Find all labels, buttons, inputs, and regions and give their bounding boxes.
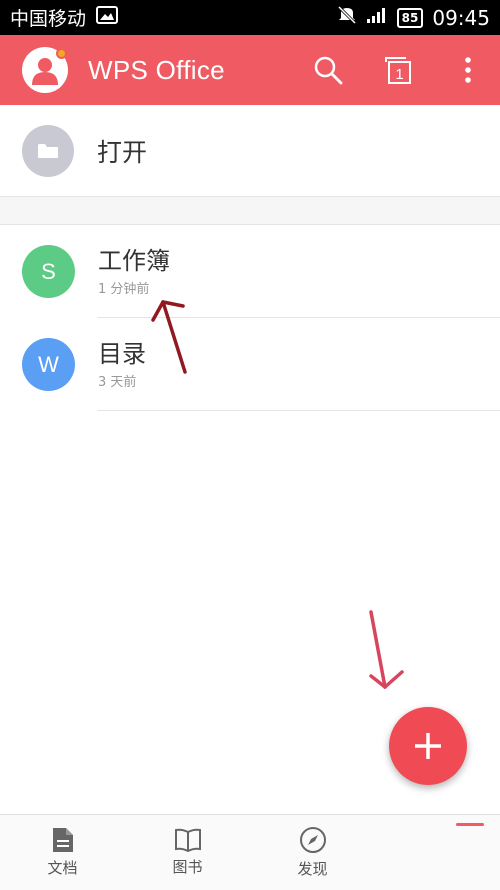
file-modified-time: 3 天前 xyxy=(98,375,137,390)
more-vertical-icon xyxy=(465,57,471,83)
list-item-file-2[interactable]: W 目录 3 天前 xyxy=(0,318,500,411)
open-file-row[interactable]: 打开 xyxy=(0,105,500,197)
signal-icon xyxy=(366,6,388,29)
tab-count: 1 xyxy=(395,66,403,83)
bottom-navigation: 文档 图书 发现 xyxy=(0,814,500,890)
carrier-name: 中国移动 xyxy=(10,8,87,30)
user-avatar[interactable] xyxy=(22,47,68,93)
nav-discover[interactable]: 发现 xyxy=(250,815,375,890)
search-button[interactable] xyxy=(308,50,348,90)
folder-icon xyxy=(22,124,74,177)
gallery-notification-icon xyxy=(96,6,119,29)
notification-dot xyxy=(56,48,67,59)
nav-indicator xyxy=(456,823,484,826)
nav-label: 图书 xyxy=(172,858,203,876)
search-icon xyxy=(314,56,343,85)
new-document-button[interactable] xyxy=(389,707,467,785)
document-file-icon: W xyxy=(22,338,75,391)
divider xyxy=(97,410,500,411)
tabs-button[interactable]: 1 xyxy=(378,50,418,90)
more-options-button[interactable] xyxy=(448,50,488,90)
nav-empty-slot xyxy=(375,815,500,890)
mute-icon xyxy=(337,5,357,29)
plus-icon xyxy=(415,733,441,759)
nav-label: 发现 xyxy=(297,860,328,878)
file-name: 工作簿 xyxy=(98,247,170,275)
nav-label: 文档 xyxy=(47,859,78,877)
battery-indicator: 85 xyxy=(396,7,424,28)
app-title: WPS Office xyxy=(88,54,225,85)
file-name: 目录 xyxy=(98,340,146,368)
spreadsheet-file-icon: S xyxy=(22,245,75,298)
nav-books[interactable]: 图书 xyxy=(125,815,250,890)
nav-documents[interactable]: 文档 xyxy=(0,815,125,890)
user-icon xyxy=(32,58,58,85)
compass-icon xyxy=(299,827,326,853)
file-modified-time: 1 分钟前 xyxy=(98,282,150,297)
app-bar: WPS Office 1 xyxy=(0,35,500,105)
tabs-icon: 1 xyxy=(385,57,411,84)
document-icon xyxy=(52,828,73,852)
status-bar: 中国移动 85 09:45 xyxy=(0,0,500,35)
book-icon xyxy=(174,828,201,852)
list-item-file-1[interactable]: S 工作簿 1 分钟前 xyxy=(0,225,500,318)
open-label: 打开 xyxy=(97,137,148,167)
clock: 09:45 xyxy=(432,5,490,30)
